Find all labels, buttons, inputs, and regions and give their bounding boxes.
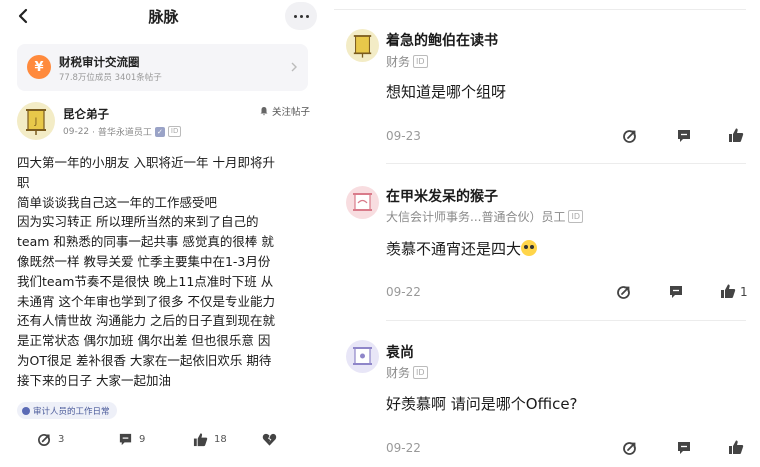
follow-label: 关注帖子 xyxy=(271,107,310,118)
author-meta: 09-22 · 普华永道员工 ✓ ID xyxy=(63,125,182,138)
comment-icon xyxy=(119,433,132,446)
scroll-avatar-icon xyxy=(353,347,372,365)
commenter-meta: 财务 ID xyxy=(386,364,428,381)
comment-item: 袁尚 财务 ID 好羡慕啊 请问是哪个Office? 09-22 xyxy=(334,0,760,467)
follow-post-button[interactable]: 关注帖子 xyxy=(259,104,310,118)
chevron-left-icon xyxy=(18,8,28,24)
top-bar: 脉脉 xyxy=(0,0,327,34)
post-line: team 和熟悉的同事一起共事 感觉真的很棒 就 xyxy=(17,234,274,250)
post-body: 四大第一年的小朋友 入职将近一年 十月即将升 职 简单谈谈我自己这一年的工作感受… xyxy=(17,153,313,391)
author-name[interactable]: 昆仑弟子 xyxy=(63,106,109,122)
post-line: 四大第一年的小朋友 入职将近一年 十月即将升 xyxy=(17,155,275,170)
post-line: 还有人情世故 沟通能力 之后的日子直到现在就 xyxy=(17,313,275,329)
more-dots-icon xyxy=(293,14,297,18)
comment-date: 09-22 xyxy=(386,441,421,455)
commenter-name[interactable]: 袁尚 xyxy=(386,342,414,362)
scroll-avatar-icon: J xyxy=(26,109,46,135)
post-line: 未通宵 这个年审也学到了很多 不仅是专业能力 xyxy=(17,293,275,309)
thumbs-up-icon xyxy=(193,433,208,447)
post-line: 职 xyxy=(17,174,30,190)
avatar[interactable]: J xyxy=(17,102,55,140)
post-line: 我们team节奏不是很快 晚上11点准时下班 从 xyxy=(17,273,274,289)
comment-button[interactable]: 9 xyxy=(118,432,145,447)
dislike-button[interactable] xyxy=(262,432,277,447)
comment-count: 9 xyxy=(139,434,146,445)
broken-heart-icon xyxy=(262,433,277,446)
post-line: 因为实习转正 所以理所当然的来到了自己的 xyxy=(17,214,259,230)
comment-list: 着急的鲍伯在读书 财务 ID 想知道是哪个组呀 09-23 在甲米发呆的猴子 大… xyxy=(334,0,760,467)
topic-icon xyxy=(22,406,30,415)
post-line: 像既然一样 教导关爱 忙季主要集中在1-3月份 xyxy=(17,253,271,269)
circle-card[interactable]: ¥ 财税审计交流圈 77.8万位成员 3401条帖子 xyxy=(17,44,308,91)
comment-text: 好羡慕啊 请问是哪个Office? xyxy=(386,395,578,413)
id-badge: ID xyxy=(167,126,182,137)
share-icon xyxy=(38,433,51,446)
yen-icon: ¥ xyxy=(27,55,51,79)
like-count: 18 xyxy=(214,434,227,445)
share-count: 3 xyxy=(58,434,65,445)
post-line: 为OT很足 差补很香 大家在一起依旧欢乐 期待 xyxy=(17,352,272,368)
like-button[interactable]: 18 xyxy=(193,432,227,447)
more-button[interactable] xyxy=(285,2,317,30)
post-line: 是正常状态 偶尔加班 偶尔出差 但也很乐意 因 xyxy=(17,333,271,349)
circle-stats: 77.8万位成员 3401条帖子 xyxy=(59,73,162,83)
chevron-right-icon xyxy=(291,62,297,72)
post-date: 09-22 xyxy=(63,126,90,137)
circle-name: 财税审计交流圈 xyxy=(59,55,140,69)
author-company: · 普华永道员工 xyxy=(92,128,152,138)
commenter-title: 财务 xyxy=(386,366,411,380)
svg-text:J: J xyxy=(34,117,38,127)
post-line: 简单谈谈我自己这一年的工作感受吧 xyxy=(17,194,218,210)
share-icon[interactable] xyxy=(622,440,638,456)
post-action-bar: 3 9 18 xyxy=(0,432,327,456)
post-detail-panel: 脉脉 ¥ 财税审计交流圈 77.8万位成员 3401条帖子 J 昆仑弟子 09-… xyxy=(0,0,327,467)
thumbs-up-icon[interactable] xyxy=(728,439,744,455)
topic-tag-label: 审计人员的工作日常 xyxy=(33,406,110,417)
comment-icon[interactable] xyxy=(676,440,692,456)
page-title: 脉脉 xyxy=(148,8,179,26)
topic-tag[interactable]: 审计人员的工作日常 xyxy=(17,402,117,419)
bell-icon xyxy=(260,107,268,116)
id-badge: ID xyxy=(413,366,428,379)
share-button[interactable]: 3 xyxy=(37,432,64,447)
verified-icon: ✓ xyxy=(154,126,165,137)
back-button[interactable] xyxy=(8,3,38,29)
post-line: 接下来的日子 大家一起加油 xyxy=(17,372,171,388)
avatar[interactable] xyxy=(346,340,379,373)
